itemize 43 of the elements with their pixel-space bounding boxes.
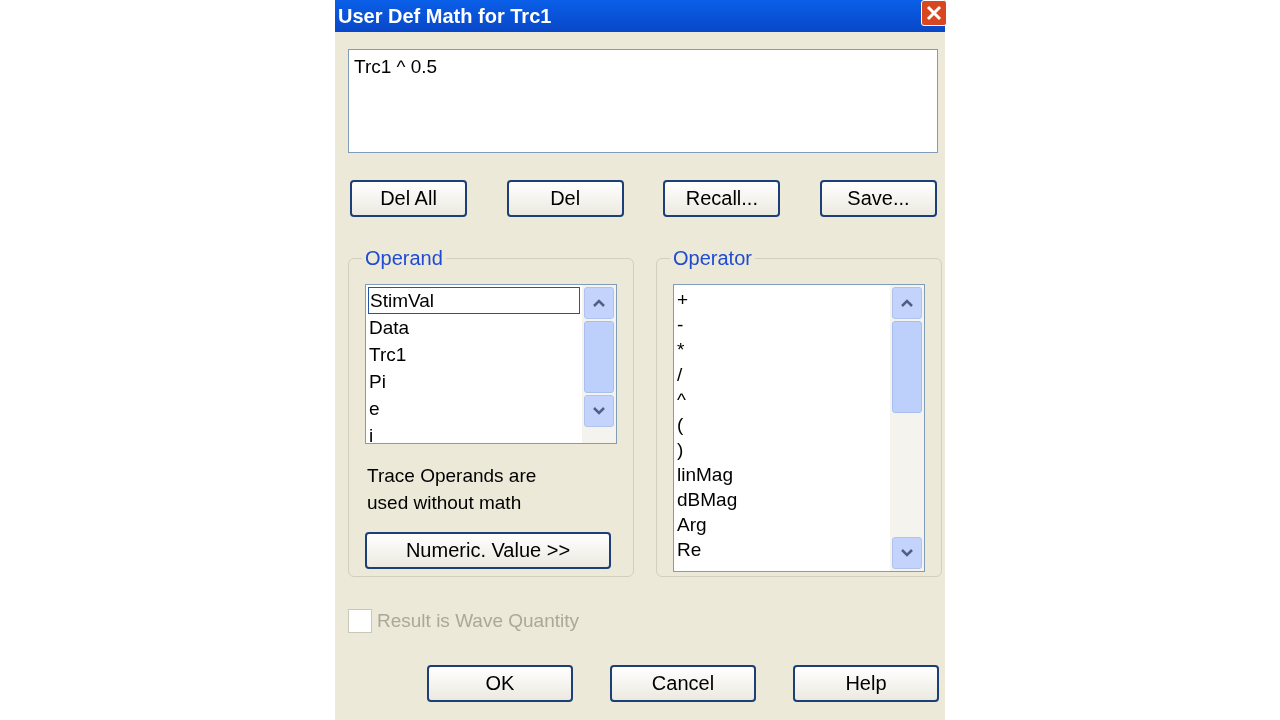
dialog-button[interactable]: Cancel bbox=[610, 665, 756, 702]
list-item[interactable]: / bbox=[676, 362, 888, 387]
scroll-down-icon[interactable] bbox=[584, 395, 614, 427]
list-item[interactable]: linMag bbox=[676, 462, 888, 487]
window-title: User Def Math for Trc1 bbox=[338, 4, 552, 28]
list-item[interactable]: + bbox=[676, 287, 888, 312]
list-item[interactable]: - bbox=[676, 312, 888, 337]
dialog-button[interactable]: Del All bbox=[350, 180, 467, 217]
list-item[interactable]: Re bbox=[676, 537, 888, 562]
list-item[interactable]: Data bbox=[368, 314, 580, 341]
scroll-thumb[interactable] bbox=[584, 321, 614, 393]
list-item[interactable]: Pi bbox=[368, 368, 580, 395]
numeric-value-button[interactable]: Numeric. Value >> bbox=[365, 532, 611, 569]
scroll-thumb[interactable] bbox=[892, 321, 922, 413]
list-item[interactable]: ( bbox=[676, 412, 888, 437]
scroll-down-icon[interactable] bbox=[892, 537, 922, 569]
group-label: Operand bbox=[364, 247, 444, 270]
list-item[interactable]: Arg bbox=[676, 512, 888, 537]
list-item[interactable]: * bbox=[676, 337, 888, 362]
list-item[interactable]: Trc1 bbox=[368, 341, 580, 368]
scrollbar[interactable] bbox=[582, 285, 616, 443]
dialog-button[interactable]: Recall... bbox=[663, 180, 781, 217]
close-icon bbox=[924, 3, 944, 23]
group-label: Operator bbox=[672, 247, 753, 270]
list-item[interactable]: ^ bbox=[676, 387, 888, 412]
list-item[interactable]: ) bbox=[676, 437, 888, 462]
scroll-up-icon[interactable] bbox=[892, 287, 922, 319]
note-text: Trace Operands are used without math bbox=[367, 464, 538, 515]
checkbox-label: Result is Wave Quantity bbox=[377, 610, 580, 632]
expression-field[interactable]: Trc1 ^ 0.5 bbox=[348, 49, 938, 153]
dialog-button[interactable]: OK bbox=[427, 665, 573, 702]
list-item[interactable]: StimVal bbox=[368, 287, 580, 314]
operand-list[interactable]: StimVal Data Trc1 Pi e i bbox=[365, 284, 617, 444]
list-item[interactable]: i bbox=[368, 422, 580, 443]
dialog-button[interactable]: Save... bbox=[819, 180, 937, 217]
dialog-button[interactable]: Help bbox=[793, 665, 939, 702]
dialog-button[interactable]: Del bbox=[506, 180, 624, 217]
list-item[interactable]: e bbox=[368, 395, 580, 422]
close-button[interactable] bbox=[921, 0, 947, 26]
scroll-up-icon[interactable] bbox=[584, 287, 614, 319]
operator-list[interactable]: + - * / ^ ( ) linMag dBMag Arg Re bbox=[673, 284, 925, 572]
list-item[interactable]: dBMag bbox=[676, 487, 888, 512]
scrollbar[interactable] bbox=[890, 285, 924, 571]
